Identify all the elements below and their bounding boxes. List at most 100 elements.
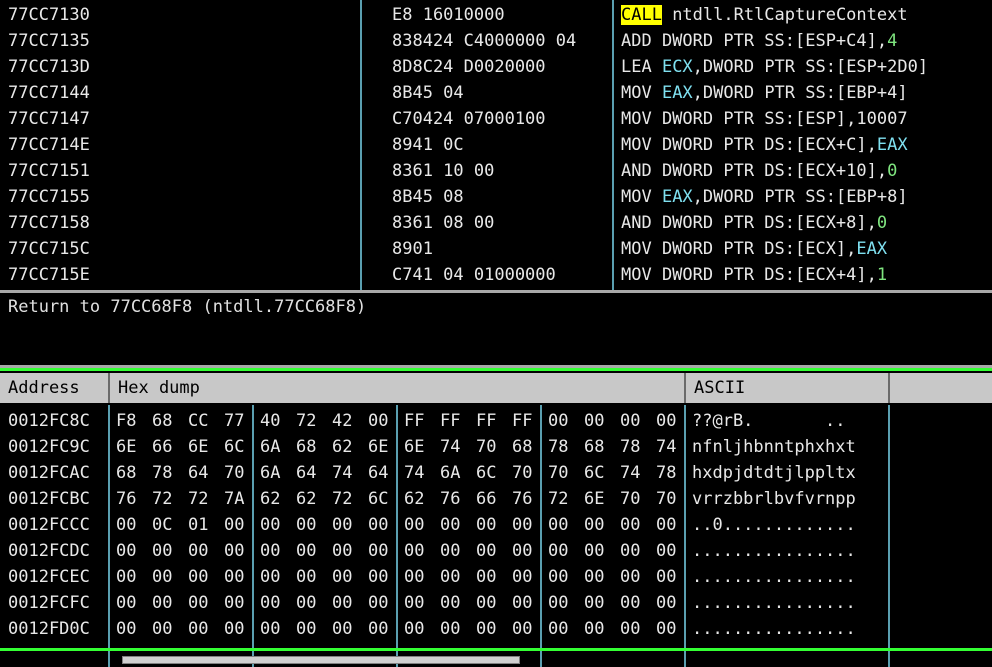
dump-address: 0012FCBC bbox=[8, 489, 90, 509]
dump-byte: 74 bbox=[332, 463, 353, 483]
dump-byte: 00 bbox=[260, 541, 281, 561]
dump-byte: 64 bbox=[188, 463, 209, 483]
register-token: EAX bbox=[661, 187, 693, 207]
register-token: EAX bbox=[661, 83, 693, 103]
instruction-bytes: C741 04 01000000 bbox=[392, 265, 556, 285]
instruction-token: ntdll.RtlCaptureContext bbox=[661, 5, 908, 25]
instruction-bytes: 8B45 08 bbox=[392, 187, 464, 207]
dump-byte: 00 bbox=[512, 567, 533, 587]
dump-byte: 76 bbox=[116, 489, 137, 509]
instruction-text: ADD DWORD PTR SS:[ESP+C4],4 bbox=[621, 31, 897, 51]
instruction-text: MOV DWORD PTR DS:[ECX],EAX bbox=[621, 239, 887, 259]
dump-byte: 6E bbox=[404, 437, 425, 457]
disasm-row[interactable]: 77CC7144 8B45 04 MOV EAX,DWORD PTR SS:[EBP… bbox=[0, 80, 992, 106]
dump-byte: 00 bbox=[656, 515, 677, 535]
instruction-bytes: 8361 08 00 bbox=[392, 213, 495, 233]
dump-ascii: ................ bbox=[692, 541, 856, 561]
dump-byte: 74 bbox=[404, 463, 425, 483]
call-mnemonic: CALL bbox=[621, 5, 662, 25]
instruction-token: AND DWORD PTR DS:[ECX+8], bbox=[621, 213, 877, 233]
dump-row[interactable]: 0012FCFC 00 00 00 00 00 00 00 00 00 00 00 00 00 00 00 00… bbox=[0, 589, 992, 615]
column-header-address[interactable]: Address bbox=[0, 373, 110, 403]
dump-header: Address Hex dump ASCII bbox=[0, 373, 992, 403]
column-header-hex[interactable]: Hex dump bbox=[110, 373, 686, 403]
dump-byte: 00 bbox=[404, 619, 425, 639]
dump-byte: 00 bbox=[332, 541, 353, 561]
dump-address: 0012FC8C bbox=[8, 411, 90, 431]
dump-byte: 00 bbox=[620, 515, 641, 535]
dump-byte: 68 bbox=[296, 437, 317, 457]
instruction-token: ,DWORD PTR SS:[EBP+4] bbox=[692, 83, 908, 103]
instruction-bytes: C70424 07000100 bbox=[392, 109, 546, 129]
dump-byte: 00 bbox=[512, 619, 533, 639]
dump-byte: 00 bbox=[620, 567, 641, 587]
instruction-token: ,DWORD PTR SS:[EBP+8] bbox=[692, 187, 908, 207]
dump-row[interactable]: 0012FCCC 00 0C 01 00 00 00 00 00 00 00 00 00 00 00 00 00… bbox=[0, 511, 992, 537]
dump-address: 0012FCEC bbox=[8, 567, 90, 587]
dump-byte: 70 bbox=[512, 463, 533, 483]
dump-byte: 00 bbox=[224, 593, 245, 613]
instruction-bytes: 8941 0C bbox=[392, 135, 464, 155]
horizontal-scrollbar[interactable] bbox=[122, 656, 520, 664]
dump-byte: 00 bbox=[116, 515, 137, 535]
immediate-token: 0 bbox=[876, 213, 888, 233]
dump-row[interactable]: 0012FC8C F8 68 CC 77 40 72 42 00 FF FF FF FF 00 00 00 00… bbox=[0, 407, 992, 433]
dump-byte: 00 bbox=[368, 567, 389, 587]
dump-byte: 00 bbox=[260, 567, 281, 587]
instruction-token: AND DWORD PTR DS:[ECX+10], bbox=[621, 161, 888, 181]
disasm-row[interactable]: 77CC7158 8361 08 00 AND DWORD PTR DS:[ECX+… bbox=[0, 210, 992, 236]
disasm-row[interactable]: 77CC7155 8B45 08 MOV EAX,DWORD PTR SS:[EBP… bbox=[0, 184, 992, 210]
dump-byte: 78 bbox=[548, 437, 569, 457]
disasm-row[interactable]: 77CC715C 8901 MOV DWORD PTR DS:[ECX],EAX bbox=[0, 236, 992, 262]
dump-byte: 00 bbox=[296, 515, 317, 535]
disassembly-pane[interactable]: 77CC7130 E8 16010000 CALL ntdll.RtlCapture… bbox=[0, 0, 992, 290]
disasm-row[interactable]: 77CC7135 838424 C4000000 04 ADD DWORD PTR … bbox=[0, 28, 992, 54]
dump-row[interactable]: 0012FCAC 68 78 64 70 6A 64 74 64 74 6A 6C 70 70 6C 74 78… bbox=[0, 459, 992, 485]
disasm-row[interactable]: 77CC7151 8361 10 00 AND DWORD PTR DS:[ECX+… bbox=[0, 158, 992, 184]
disasm-row[interactable]: 77CC7147 C70424 07000100 MOV DWORD PTR SS:… bbox=[0, 106, 992, 132]
instruction-address: 77CC7135 bbox=[8, 31, 90, 51]
dump-address: 0012FC9C bbox=[8, 437, 90, 457]
dump-byte: 00 bbox=[296, 619, 317, 639]
dump-row[interactable]: 0012FC9C 6E 66 6E 6C 6A 68 62 6E 6E 74 70 68 78 68 78 74… bbox=[0, 433, 992, 459]
dump-byte: 70 bbox=[224, 463, 245, 483]
dump-pane[interactable]: Address Hex dump ASCII 0012FC8C F8 68 CC 77 4… bbox=[0, 368, 992, 667]
dump-byte: 00 bbox=[476, 567, 497, 587]
dump-address: 0012FD0C bbox=[8, 619, 90, 639]
instruction-bytes: 8D8C24 D0020000 bbox=[392, 57, 546, 77]
dump-byte: 68 bbox=[584, 437, 605, 457]
dump-row[interactable]: 0012FCEC 00 00 00 00 00 00 00 00 00 00 00 00 00 00 00 00… bbox=[0, 563, 992, 589]
instruction-token: MOV bbox=[621, 83, 662, 103]
dump-byte: 70 bbox=[476, 437, 497, 457]
disasm-row[interactable]: 77CC714E 8941 0C MOV DWORD PTR DS:[ECX+C],… bbox=[0, 132, 992, 158]
dump-byte: 00 bbox=[224, 619, 245, 639]
dump-byte: 6A bbox=[440, 463, 461, 483]
instruction-address: 77CC7147 bbox=[8, 109, 90, 129]
dump-row[interactable]: 0012FD0C 00 00 00 00 00 00 00 00 00 00 00 00 00 00 00 00… bbox=[0, 615, 992, 641]
disasm-row[interactable]: 77CC715E C741 04 01000000 MOV DWORD PTR DS… bbox=[0, 262, 992, 288]
dump-byte: 00 bbox=[440, 619, 461, 639]
dump-row[interactable]: 0012FCBC 76 72 72 7A 62 62 72 6C 62 76 66 76 72 6E 70 70… bbox=[0, 485, 992, 511]
instruction-address: 77CC7144 bbox=[8, 83, 90, 103]
instruction-address: 77CC7155 bbox=[8, 187, 90, 207]
dump-byte: 00 bbox=[260, 593, 281, 613]
dump-byte: 00 bbox=[476, 619, 497, 639]
column-header-ascii[interactable]: ASCII bbox=[686, 373, 890, 403]
immediate-token: 1 bbox=[876, 265, 888, 285]
disasm-row[interactable]: 77CC7130 E8 16010000 CALL ntdll.RtlCapture… bbox=[0, 2, 992, 28]
dump-row[interactable]: 0012FCDC 00 00 00 00 00 00 00 00 00 00 00 00 00 00 00 00… bbox=[0, 537, 992, 563]
disasm-row[interactable]: 77CC713D 8D8C24 D0020000 LEA ECX,DWORD PTR… bbox=[0, 54, 992, 80]
dump-byte: 72 bbox=[188, 489, 209, 509]
instruction-text: AND DWORD PTR DS:[ECX+8],0 bbox=[621, 213, 887, 233]
dump-byte: 64 bbox=[368, 463, 389, 483]
dump-byte: 72 bbox=[548, 489, 569, 509]
dump-byte: CC bbox=[188, 411, 209, 431]
dump-byte: 40 bbox=[260, 411, 281, 431]
dump-byte: 6C bbox=[584, 463, 605, 483]
dump-byte: 00 bbox=[224, 541, 245, 561]
dump-byte: FF bbox=[440, 411, 461, 431]
dump-byte: 00 bbox=[296, 541, 317, 561]
dump-byte: 00 bbox=[656, 567, 677, 587]
dump-byte: 68 bbox=[116, 463, 137, 483]
instruction-token: MOV DWORD PTR DS:[ECX], bbox=[621, 239, 857, 259]
